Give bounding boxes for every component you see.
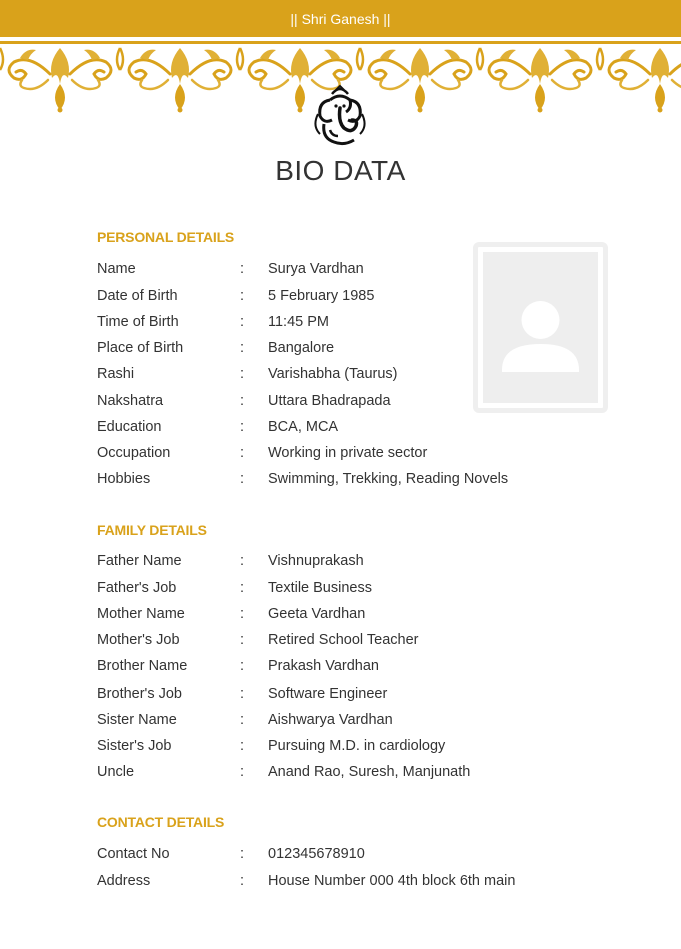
contact-row-phone: Contact No : 012345678910 — [97, 846, 577, 868]
family-row-uncle: Uncle : Anand Rao, Suresh, Manjunath — [97, 764, 577, 786]
family-details-heading: FAMILY DETAILS — [97, 522, 207, 538]
field-separator: : — [240, 314, 245, 330]
field-label: Address — [97, 873, 151, 889]
field-separator: : — [240, 366, 245, 382]
field-label: Sister Name — [97, 712, 177, 728]
contact-row-address: Address : House Number 000 4th block 6th… — [97, 873, 577, 895]
field-value: Anand Rao, Suresh, Manjunath — [268, 764, 471, 780]
field-value: Working in private sector — [268, 445, 428, 461]
field-value: Geeta Vardhan — [268, 606, 366, 622]
profile-photo-frame — [473, 242, 608, 413]
field-separator: : — [240, 288, 245, 304]
field-label: Place of Birth — [97, 340, 184, 356]
field-separator: : — [240, 686, 245, 702]
field-separator: : — [240, 632, 245, 648]
field-separator: : — [240, 340, 245, 356]
field-separator: : — [240, 471, 245, 487]
field-label: Brother's Job — [97, 686, 182, 702]
field-value: Prakash Vardhan — [268, 658, 379, 674]
field-separator: : — [240, 764, 245, 780]
field-separator: : — [240, 606, 245, 622]
family-row-mother-job: Mother's Job : Retired School Teacher — [97, 632, 577, 654]
field-label: Education — [97, 419, 162, 435]
family-row-sister-job: Sister's Job : Pursuing M.D. in cardiolo… — [97, 738, 577, 760]
field-label: Rashi — [97, 366, 135, 382]
field-separator: : — [240, 846, 245, 862]
personal-row-education: Education : BCA, MCA — [97, 419, 577, 441]
field-separator: : — [240, 445, 245, 461]
field-separator: : — [240, 553, 245, 569]
field-value: 012345678910 — [268, 846, 365, 862]
field-label: Mother Name — [97, 606, 185, 622]
family-row-father-name: Father Name : Vishnuprakash — [97, 553, 577, 575]
field-label: Name — [97, 261, 136, 277]
field-label: Hobbies — [97, 471, 151, 487]
family-row-brother-name: Brother Name : Prakash Vardhan — [97, 658, 577, 680]
field-value: BCA, MCA — [268, 419, 339, 435]
field-value: Swimming, Trekking, Reading Novels — [268, 471, 509, 487]
field-label: Time of Birth — [97, 314, 179, 330]
field-value: Surya Vardhan — [268, 261, 364, 277]
field-separator: : — [240, 419, 245, 435]
field-separator: : — [240, 393, 245, 409]
family-row-mother-name: Mother Name : Geeta Vardhan — [97, 606, 577, 628]
person-placeholder-icon — [502, 301, 579, 372]
family-row-sister-name: Sister Name : Aishwarya Vardhan — [97, 712, 577, 734]
field-value: Textile Business — [268, 580, 372, 596]
field-separator: : — [240, 738, 245, 754]
field-value: Pursuing M.D. in cardiology — [268, 738, 446, 754]
field-separator: : — [240, 580, 245, 596]
field-value: 5 February 1985 — [268, 288, 375, 304]
profile-photo-placeholder — [483, 252, 598, 403]
field-value: House Number 000 4th block 6th main — [268, 873, 516, 889]
field-value: Bangalore — [268, 340, 335, 356]
field-value: Vishnuprakash — [268, 553, 364, 569]
field-label: Sister's Job — [97, 738, 172, 754]
family-row-father-job: Father's Job : Textile Business — [97, 580, 577, 602]
top-banner: || Shri Ganesh || — [0, 0, 681, 37]
field-label: Nakshatra — [97, 393, 164, 409]
field-label: Mother's Job — [97, 632, 180, 648]
field-value: Uttara Bhadrapada — [268, 393, 391, 409]
field-separator: : — [240, 712, 245, 728]
family-row-brother-job: Brother's Job : Software Engineer — [97, 686, 577, 708]
field-label: Occupation — [97, 445, 171, 461]
ganesh-symbol-icon — [314, 84, 366, 146]
field-label: Uncle — [97, 764, 135, 780]
field-separator: : — [240, 261, 245, 277]
personal-row-hobbies: Hobbies : Swimming, Trekking, Reading No… — [97, 471, 577, 493]
field-separator: : — [240, 658, 245, 674]
field-separator: : — [240, 873, 245, 889]
field-label: Date of Birth — [97, 288, 178, 304]
field-value: Software Engineer — [268, 686, 388, 702]
field-value: Aishwarya Vardhan — [268, 712, 393, 728]
field-label: Father's Job — [97, 580, 177, 596]
field-label: Contact No — [97, 846, 170, 862]
field-value: Retired School Teacher — [268, 632, 419, 648]
personal-row-occupation: Occupation : Working in private sector — [97, 445, 577, 467]
personal-details-heading: PERSONAL DETAILS — [97, 229, 235, 245]
contact-details-heading: CONTACT DETAILS — [97, 814, 225, 830]
field-value: 11:45 PM — [268, 314, 329, 330]
field-label: Brother Name — [97, 658, 188, 674]
field-value: Varishabha (Taurus) — [268, 366, 398, 382]
page-title: BIO DATA — [275, 155, 406, 186]
field-label: Father Name — [97, 553, 182, 569]
invocation-text: || Shri Ganesh || — [290, 11, 391, 27]
